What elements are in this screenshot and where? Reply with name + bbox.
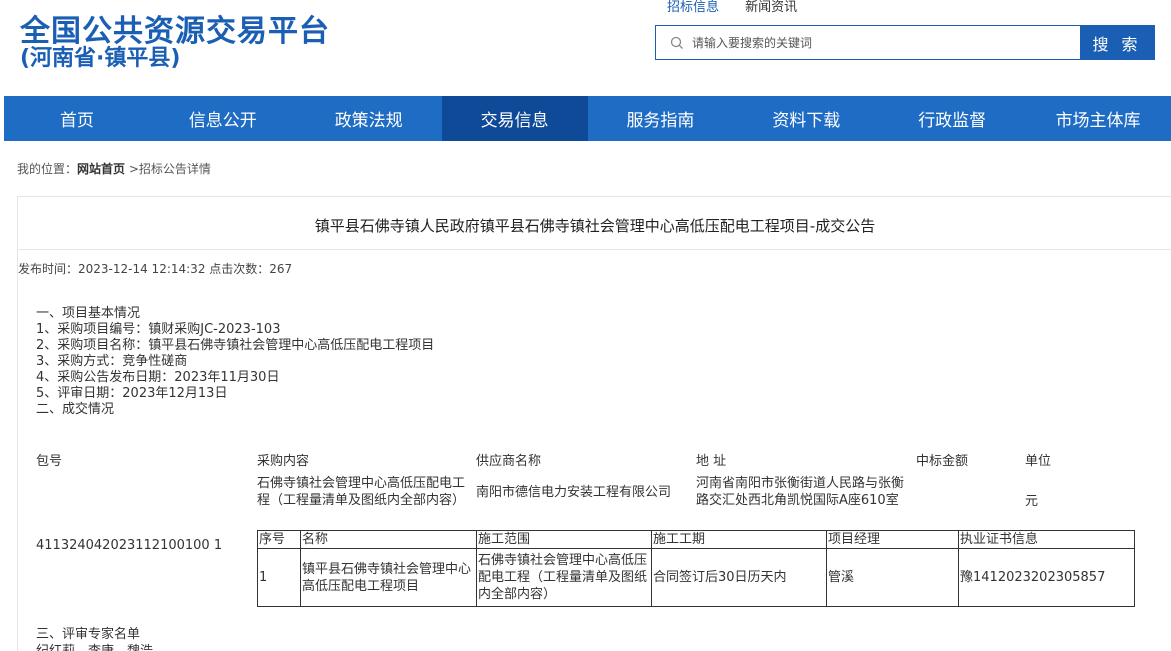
search-box: 请输入要搜索的关键词 搜 索 (655, 25, 1155, 60)
award-header-content: 采购内容 (257, 454, 310, 469)
td-period: 合同签订后30日历天内 (651, 548, 827, 607)
table-row: 1 镇平县石佛寺镇社会管理中心高低压配电工程项目 石佛寺镇社会管理中心高低压配电… (257, 548, 1135, 607)
award-supplier: 南阳市德信电力安装工程有限公司 (476, 485, 672, 500)
nav-market-entities[interactable]: 市场主体库 (1025, 96, 1171, 141)
th-license: 执业证书信息 (958, 530, 1135, 549)
breadcrumb-current: >招标公告详情 (125, 162, 211, 176)
body-line-review-date: 5、评审日期：2023年12月13日 (36, 386, 228, 401)
award-header-supplier: 供应商名称 (476, 454, 542, 469)
td-name: 镇平县石佛寺镇社会管理中心高低压配电工程项目 (300, 548, 477, 607)
body-line-method: 3、采购方式：竞争性磋商 (36, 354, 188, 369)
th-name: 名称 (300, 530, 477, 549)
td-license: 豫1412023202305857 (958, 548, 1135, 607)
nav-service-guide[interactable]: 服务指南 (588, 96, 734, 141)
body-line-publish-date: 4、采购公告发布日期：2023年11月30日 (36, 370, 280, 385)
td-seq: 1 (257, 548, 301, 607)
td-manager: 管溪 (826, 548, 959, 607)
table-header-row: 序号 名称 施工范围 施工工期 项目经理 执业证书信息 (257, 530, 1135, 549)
section-1-heading: 一、项目基本情况 (36, 306, 141, 321)
body-line-project-no: 1、采购项目编号：镇财采购JC-2023-103 (36, 322, 281, 337)
title-divider (18, 249, 1171, 250)
nav-policy[interactable]: 政策法规 (296, 96, 442, 141)
th-seq: 序号 (257, 530, 301, 549)
search-tab-news[interactable]: 新闻资讯 (745, 0, 797, 15)
construction-table: 序号 名称 施工范围 施工工期 项目经理 执业证书信息 1 镇平县石佛寺镇社会管… (257, 530, 1135, 607)
article-meta: 发布时间：2023-12-14 12:14:32 点击次数：267 (18, 262, 293, 276)
award-address: 河南省南阳市张衡街道人民路与张衡路交汇处西北角凯悦国际A座610室 (696, 476, 905, 508)
section-2-heading: 二、成交情况 (36, 402, 115, 417)
body-line-project-name: 2、采购项目名称：镇平县石佛寺镇社会管理中心高低压配电工程项目 (36, 338, 435, 353)
nav-home[interactable]: 首页 (4, 96, 150, 141)
main-nav: 首页 信息公开 政策法规 交易信息 服务指南 资料下载 行政监督 市场主体库 (4, 96, 1171, 141)
search-input[interactable]: 请输入要搜索的关键词 (656, 26, 1080, 59)
td-scope: 石佛寺镇社会管理中心高低压配电工程（工程量清单及图纸内全部内容） (476, 548, 652, 607)
award-package-no: 411324042023112100100 1 (36, 538, 223, 553)
site-header: 全国公共资源交易平台 (河南省·镇平县) 招标信息 新闻资讯 请输入要搜索的关键… (0, 0, 1171, 96)
search-tab-bidding[interactable]: 招标信息 (667, 0, 719, 15)
award-header-address: 地 址 (696, 454, 727, 469)
search-icon (670, 36, 683, 49)
th-period: 施工工期 (651, 530, 827, 549)
breadcrumb-prefix: 我的位置： (17, 162, 78, 176)
th-manager: 项目经理 (826, 530, 959, 549)
th-scope: 施工范围 (476, 530, 652, 549)
article-title: 镇平县石佛寺镇人民政府镇平县石佛寺镇社会管理中心高低压配电工程项目-成交公告 (314, 217, 876, 235)
award-header-amount: 中标金额 (916, 454, 969, 469)
nav-downloads[interactable]: 资料下载 (733, 96, 879, 141)
search-button[interactable]: 搜 索 (1080, 26, 1154, 59)
article-body: 一、项目基本情况 1、采购项目编号：镇财采购JC-2023-103 2、采购项目… (36, 306, 434, 418)
award-header-package: 包号 (36, 454, 63, 469)
breadcrumb-home[interactable]: 网站首页 (77, 162, 125, 176)
search-placeholder: 请输入要搜索的关键词 (692, 36, 813, 50)
site-subtitle: (河南省·镇平县) (20, 46, 181, 71)
expert-names: 纪红莉、李康、魏浩 (36, 640, 153, 651)
award-unit: 元 (1025, 494, 1039, 509)
nav-supervision[interactable]: 行政监督 (879, 96, 1025, 141)
award-content: 石佛寺镇社会管理中心高低压配电工程（工程量清单及图纸内全部内容） (257, 476, 466, 508)
breadcrumb: 我的位置：网站首页 >招标公告详情 (17, 160, 211, 177)
nav-info-disclosure[interactable]: 信息公开 (150, 96, 296, 141)
nav-trade-info[interactable]: 交易信息 (441, 96, 588, 141)
award-header-unit: 单位 (1025, 454, 1052, 469)
search-tabs: 招标信息 新闻资讯 (667, 0, 819, 15)
